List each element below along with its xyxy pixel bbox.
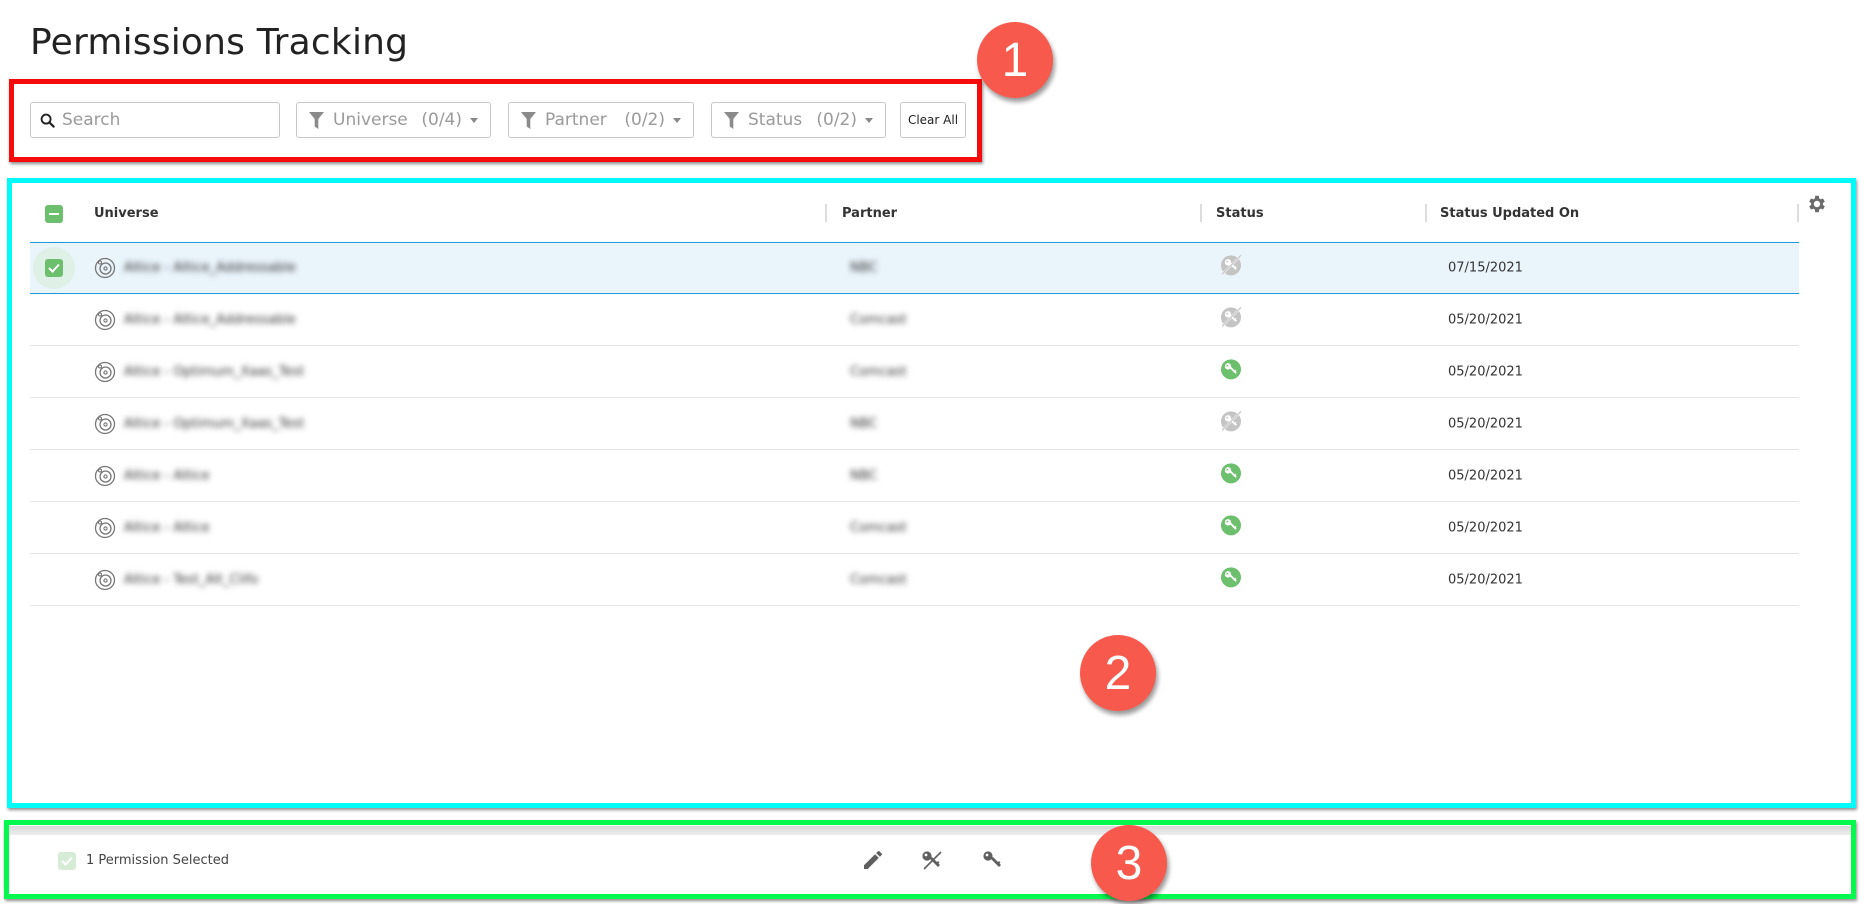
annotation-box-table [7,178,1856,808]
annotation-badge-2: 2 [1080,635,1156,711]
annotation-badge-3: 3 [1091,825,1167,901]
annotation-box-filters [9,79,982,162]
annotation-badge-1: 1 [977,22,1053,98]
annotation-box-footer [4,820,1856,899]
page-title: Permissions Tracking [30,22,409,63]
